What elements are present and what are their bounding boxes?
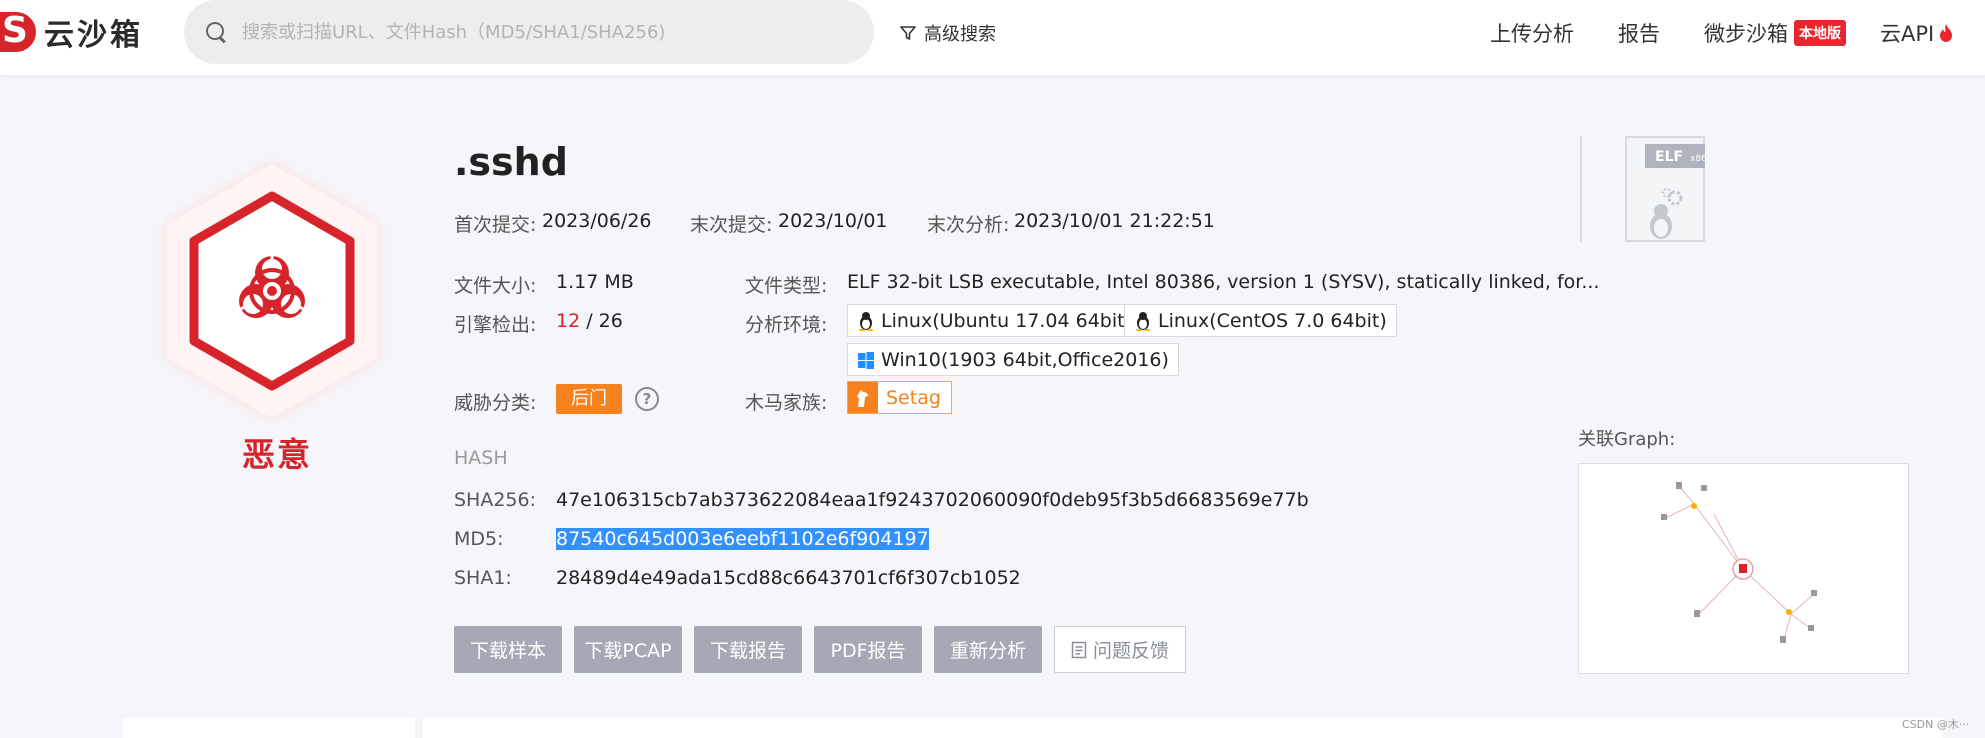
download-report-button[interactable]: 下载报告 — [694, 626, 802, 673]
nav-upload-analysis[interactable]: 上传分析 — [1490, 18, 1574, 48]
env-chip-centos[interactable]: Linux(CentOS 7.0 64bit) — [1124, 304, 1397, 337]
first-submit-label: 首次提交: — [454, 214, 537, 236]
relation-graph-image — [1661, 482, 1817, 643]
nav-report[interactable]: 报告 — [1618, 18, 1660, 48]
last-submit-label: 末次提交: — [690, 214, 773, 236]
analysis-env-label: 分析环境: — [745, 314, 828, 336]
horse-icon — [848, 382, 878, 413]
fire-icon — [1940, 24, 1953, 42]
advanced-search-link[interactable]: 高级搜索 — [900, 20, 996, 46]
file-type-value: ELF 32-bit LSB executable, Intel 80386, … — [847, 271, 1600, 293]
env-chip-ubuntu[interactable]: Linux(Ubuntu 17.04 64bit) — [847, 304, 1142, 337]
linux-icon — [1136, 311, 1150, 331]
windows-icon — [858, 351, 874, 369]
bottom-card-left — [123, 718, 415, 738]
brand-logo[interactable]: 云沙箱 — [0, 10, 143, 54]
linux-icon — [859, 311, 873, 331]
first-submit-value: 2023/06/26 — [542, 210, 652, 232]
bottom-card-main — [423, 718, 1943, 738]
engine-detection-value: 12 / 26 — [556, 310, 623, 332]
sha256-label: SHA256: — [454, 489, 537, 511]
env-ubuntu-label: Linux(Ubuntu 17.04 64bit) — [881, 309, 1132, 332]
local-version-badge: 本地版 — [1794, 20, 1846, 46]
threat-category-label: 威胁分类: — [454, 392, 537, 414]
md5-label: MD5: — [454, 528, 504, 550]
search-bar[interactable] — [184, 0, 874, 64]
top-header: 云沙箱 高级搜索 上传分析 报告 微步沙箱 本地版 云API — [0, 0, 1985, 75]
trojan-family-label: 木马家族: — [745, 392, 828, 414]
file-size-label: 文件大小: — [454, 275, 537, 297]
brand-name: 云沙箱 — [44, 18, 143, 53]
download-sample-button[interactable]: 下载样本 — [454, 626, 562, 673]
engine-detection-label: 引擎检出: — [454, 314, 537, 336]
logo-icon — [0, 12, 36, 52]
last-submit-value: 2023/10/01 — [778, 210, 888, 232]
env-win10-label: Win10(1903 64bit,Office2016) — [881, 348, 1169, 371]
last-analysis-value: 2023/10/01 21:22:51 — [1014, 210, 1215, 232]
hash-heading: HASH — [454, 447, 508, 469]
file-size-value: 1.17 MB — [556, 271, 634, 293]
biohazard-hexagon-icon — [164, 161, 380, 421]
trojan-family-tag[interactable]: Setag — [847, 381, 952, 414]
env-chip-win10[interactable]: Win10(1903 64bit,Office2016) — [847, 343, 1179, 376]
engines-total-count: / 26 — [580, 310, 623, 332]
vertical-divider — [1580, 136, 1582, 242]
last-analysis-label: 末次分析: — [927, 214, 1010, 236]
nav-cloud-api-label: 云API — [1880, 22, 1935, 46]
threat-level-label: 恶意 — [242, 435, 312, 474]
nav-cloud-api[interactable]: 云API — [1880, 18, 1954, 48]
feedback-label: 问题反馈 — [1092, 640, 1169, 662]
help-icon[interactable]: ? — [635, 387, 659, 411]
file-type-badge: ELF — [1655, 149, 1684, 165]
search-input[interactable] — [242, 21, 842, 43]
threat-category-tag[interactable]: 后门 — [556, 384, 622, 414]
filter-icon — [900, 26, 916, 40]
document-icon — [1071, 641, 1087, 658]
feedback-button[interactable]: 问题反馈 — [1054, 626, 1186, 673]
sha256-value[interactable]: 47e106315cb7ab373622084eaa1f924370206009… — [556, 489, 1309, 511]
threat-level-badge — [152, 156, 392, 426]
nav-micro-sandbox[interactable]: 微步沙箱 本地版 — [1704, 18, 1846, 48]
file-name-title: .sshd — [454, 140, 568, 184]
env-centos-label: Linux(CentOS 7.0 64bit) — [1158, 309, 1387, 332]
pdf-report-button[interactable]: PDF报告 — [814, 626, 922, 673]
file-type-label: 文件类型: — [745, 275, 828, 297]
sha1-label: SHA1: — [454, 567, 512, 589]
engines-detected-count: 12 — [556, 310, 581, 332]
search-icon[interactable] — [204, 20, 228, 44]
related-graph-thumbnail[interactable] — [1578, 463, 1909, 674]
download-pcap-button[interactable]: 下载PCAP — [574, 626, 682, 673]
trojan-family-name: Setag — [886, 386, 941, 409]
md5-value[interactable]: 87540c645d003e6eebf1102e6f904197 — [556, 528, 929, 550]
watermark: CSDN @木··· — [1902, 718, 1970, 731]
nav-micro-sandbox-label: 微步沙箱 — [1704, 22, 1788, 46]
file-arch-badge: x86 — [1690, 154, 1707, 164]
related-graph-label: 关联Graph: — [1578, 429, 1676, 450]
advanced-search-label: 高级搜索 — [924, 24, 996, 45]
sha1-value[interactable]: 28489d4e49ada15cd88c6643701cf6f307cb1052 — [556, 567, 1021, 589]
file-type-icon: ELF x86 — [1625, 136, 1707, 242]
reanalyze-button[interactable]: 重新分析 — [934, 626, 1042, 673]
